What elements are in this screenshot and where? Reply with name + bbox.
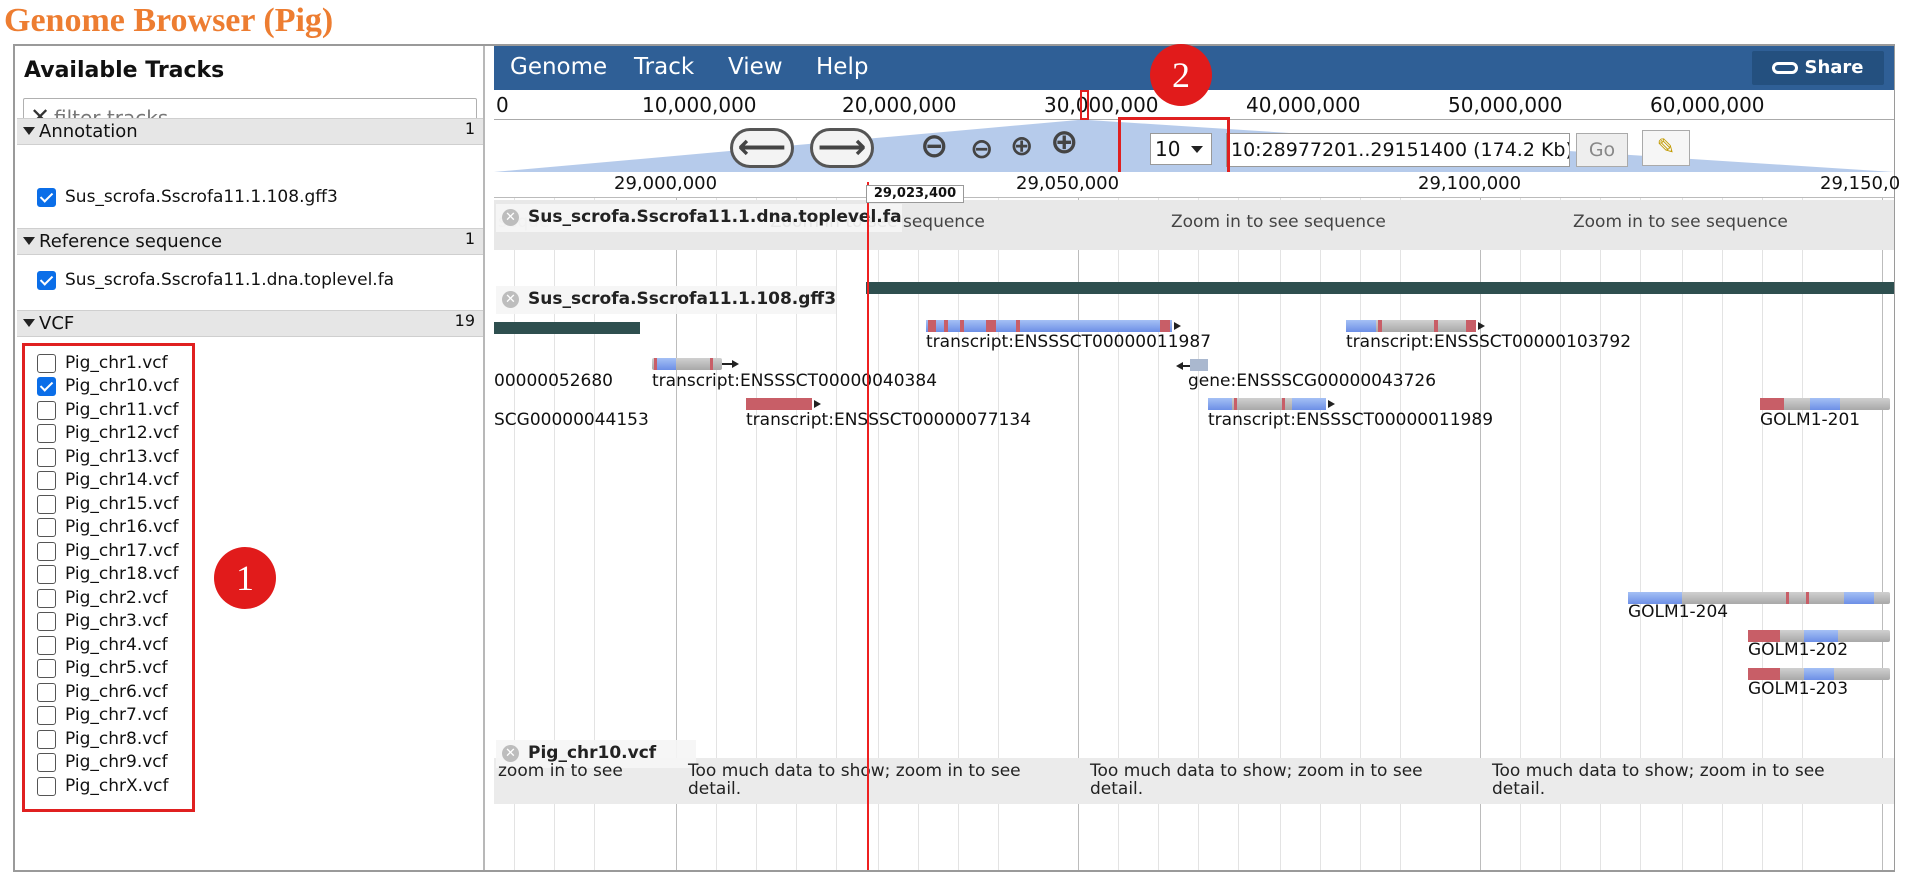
scale-tick: 29,050,000 bbox=[1016, 173, 1120, 194]
location-input[interactable]: 10:28977201..29151400 (174.2 Kb) bbox=[1226, 133, 1570, 167]
zoom-out-large-icon[interactable]: ⊖ bbox=[920, 126, 949, 166]
vcf-message: Too much data to show; zoom in to see de… bbox=[1090, 761, 1423, 799]
scale-tick: 29,100,000 bbox=[1418, 173, 1522, 194]
zoom-out-small-icon[interactable]: ⊖ bbox=[970, 129, 993, 169]
arrow-right-icon: ⟶ bbox=[817, 127, 867, 167]
overview-tick: 20,000,000 bbox=[842, 93, 957, 117]
category-label: VCF bbox=[39, 313, 75, 334]
highlight-button[interactable]: ✎ bbox=[1642, 130, 1690, 166]
track-title-label: Pig_chr10.vcf bbox=[528, 743, 657, 763]
feature-label[interactable]: transcript:ENSSSCT00000011987 bbox=[926, 332, 1211, 352]
overview-tick: 40,000,000 bbox=[1246, 93, 1361, 117]
vcf-message: Too much data to show; zoom in to see de… bbox=[1492, 761, 1825, 799]
overview-tick: 60,000,000 bbox=[1650, 93, 1765, 117]
link-icon bbox=[1772, 62, 1799, 74]
overview-location-marker[interactable] bbox=[1080, 90, 1089, 120]
feature-glyph[interactable] bbox=[1760, 398, 1890, 410]
overview-tick: 30,000,000 bbox=[1044, 93, 1159, 117]
feature-label[interactable]: transcript:ENSSSCT00000011989 bbox=[1208, 410, 1493, 430]
track-checkbox[interactable] bbox=[37, 188, 56, 207]
scale-tick: 29,150,0 bbox=[1820, 173, 1901, 194]
track-title-label: Sus_scrofa.Sscrofa11.1.dna.toplevel.fa bbox=[528, 207, 902, 227]
category-reference-sequence[interactable]: Reference sequence 1 bbox=[17, 228, 483, 255]
close-track-icon[interactable]: ✕ bbox=[502, 209, 519, 226]
go-button[interactable]: Go bbox=[1576, 133, 1628, 167]
feature-label[interactable]: transcript:ENSSSCT00000040384 bbox=[652, 371, 937, 391]
feature-glyph[interactable] bbox=[652, 358, 722, 370]
vcf-list-highlight bbox=[22, 343, 195, 812]
reference-track-title[interactable]: ✕ Sus_scrofa.Sscrofa11.1.dna.toplevel.fa bbox=[496, 204, 902, 232]
share-button[interactable]: Share bbox=[1752, 51, 1884, 85]
sidebar-heading: Available Tracks bbox=[24, 58, 225, 83]
menu-track[interactable]: Track bbox=[634, 54, 694, 80]
overview-tick: 50,000,000 bbox=[1448, 93, 1563, 117]
menu-genome[interactable]: Genome bbox=[510, 54, 607, 80]
strand-arrow-icon bbox=[1328, 400, 1335, 408]
feature-label[interactable]: transcript:ENSSSCT00000077134 bbox=[746, 410, 1031, 430]
collapse-triangle-icon[interactable] bbox=[23, 127, 35, 135]
zoom-in-large-icon[interactable]: ⊕ bbox=[1050, 122, 1079, 162]
feature-label[interactable]: transcript:ENSSSCT00000103792 bbox=[1346, 332, 1631, 352]
vcf-message-fragment: zoom in to see bbox=[498, 761, 623, 781]
gene-span-bar[interactable] bbox=[866, 282, 1894, 294]
collapse-triangle-icon[interactable] bbox=[23, 319, 35, 327]
zoom-in-small-icon[interactable]: ⊕ bbox=[1010, 126, 1033, 166]
category-count: 19 bbox=[454, 311, 475, 330]
arrow-left-icon: ⟵ bbox=[737, 127, 787, 167]
track-title-label: Sus_scrofa.Sscrofa11.1.108.gff3 bbox=[528, 289, 837, 309]
category-annotation[interactable]: Annotation 1 bbox=[17, 118, 483, 145]
category-count: 1 bbox=[464, 229, 475, 248]
callout-badge-1: 1 bbox=[214, 547, 276, 609]
track-label: Sus_scrofa.Sscrofa11.1.dna.toplevel.fa bbox=[65, 270, 395, 290]
scale-ruler[interactable]: 29,000,000 29,050,000 29,100,000 29,150,… bbox=[494, 172, 1900, 198]
track-checkbox[interactable] bbox=[37, 271, 56, 290]
strand-arrow-icon bbox=[814, 400, 821, 408]
feature-label[interactable]: gene:ENSSSCG00000043726 bbox=[1188, 371, 1436, 391]
overview-tick: 10,000,000 bbox=[642, 93, 757, 117]
category-label: Reference sequence bbox=[39, 231, 223, 252]
overview-tick: 0 bbox=[496, 93, 509, 117]
page-title: Genome Browser (Pig) bbox=[4, 2, 334, 39]
share-label: Share bbox=[1804, 57, 1864, 78]
gene-span-bar[interactable] bbox=[494, 322, 640, 334]
close-track-icon[interactable]: ✕ bbox=[502, 745, 519, 762]
cursor-position-label: 29,023,400 bbox=[866, 185, 964, 203]
vcf-message: Too much data to show; zoom in to see de… bbox=[688, 761, 1021, 799]
pan-left-button[interactable]: ⟵ bbox=[730, 128, 794, 168]
pan-right-button[interactable]: ⟶ bbox=[810, 128, 874, 168]
scale-tick: 29,000,000 bbox=[614, 173, 718, 194]
category-vcf[interactable]: VCF 19 bbox=[17, 310, 483, 337]
feature-label[interactable]: GOLM1-203 bbox=[1748, 679, 1848, 699]
close-track-icon[interactable]: ✕ bbox=[502, 291, 519, 308]
zoom-message: Zoom in to see sequence bbox=[1171, 212, 1386, 232]
track-label: Sus_scrofa.Sscrofa11.1.108.gff3 bbox=[65, 187, 338, 207]
feature-label[interactable]: GOLM1-201 bbox=[1760, 410, 1860, 430]
strand-arrow-icon bbox=[732, 360, 739, 368]
feature-label[interactable]: GOLM1-202 bbox=[1748, 640, 1848, 660]
category-count: 1 bbox=[464, 119, 475, 138]
feature-glyph[interactable] bbox=[746, 398, 812, 410]
feature-glyph[interactable] bbox=[1208, 398, 1326, 410]
menu-help[interactable]: Help bbox=[816, 54, 868, 80]
position-cursor-line bbox=[867, 182, 869, 870]
feature-glyph[interactable] bbox=[1190, 359, 1208, 371]
callout-badge-2: 2 bbox=[1150, 44, 1212, 106]
strand-arrow-icon bbox=[1478, 322, 1485, 330]
feature-glyph[interactable] bbox=[1346, 320, 1476, 332]
feature-label[interactable]: GOLM1-204 bbox=[1628, 602, 1728, 622]
menu-view[interactable]: View bbox=[728, 54, 783, 80]
highlighter-pen-icon: ✎ bbox=[1656, 135, 1676, 160]
feature-label[interactable]: SCG00000044153 bbox=[494, 410, 649, 430]
annotation-track-title[interactable]: ✕ Sus_scrofa.Sscrofa11.1.108.gff3 bbox=[496, 286, 837, 314]
collapse-triangle-icon[interactable] bbox=[23, 237, 35, 245]
strand-arrow-icon bbox=[1174, 322, 1181, 330]
category-label: Annotation bbox=[39, 121, 138, 142]
feature-glyph[interactable] bbox=[926, 320, 1172, 332]
feature-label[interactable]: 00000052680 bbox=[494, 371, 613, 391]
zoom-message: Zoom in to see sequence bbox=[1573, 212, 1788, 232]
